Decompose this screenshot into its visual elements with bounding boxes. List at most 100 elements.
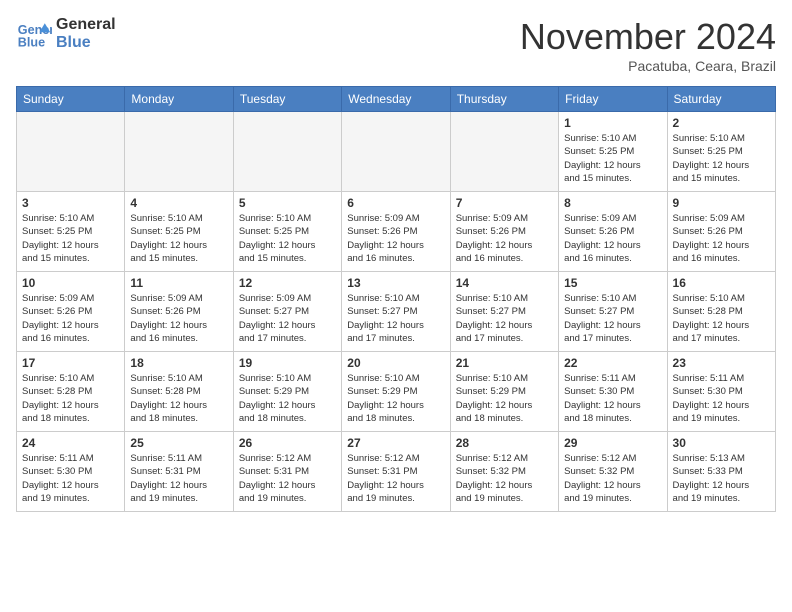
day-number: 3 — [22, 196, 119, 210]
day-info: Sunrise: 5:10 AMSunset: 5:28 PMDaylight:… — [130, 372, 227, 425]
day-number: 15 — [564, 276, 661, 290]
day-info: Sunrise: 5:09 AMSunset: 5:26 PMDaylight:… — [22, 292, 119, 345]
calendar-week-row: 24 Sunrise: 5:11 AMSunset: 5:30 PMDayligh… — [17, 432, 776, 512]
calendar-day-cell: 10 Sunrise: 5:09 AMSunset: 5:26 PMDayligh… — [17, 272, 125, 352]
day-info: Sunrise: 5:09 AMSunset: 5:26 PMDaylight:… — [130, 292, 227, 345]
day-info: Sunrise: 5:11 AMSunset: 5:30 PMDaylight:… — [564, 372, 661, 425]
logo-line1: General — [56, 16, 116, 34]
calendar-day-cell: 13 Sunrise: 5:10 AMSunset: 5:27 PMDayligh… — [342, 272, 450, 352]
day-info: Sunrise: 5:10 AMSunset: 5:25 PMDaylight:… — [130, 212, 227, 265]
day-number: 21 — [456, 356, 553, 370]
day-info: Sunrise: 5:10 AMSunset: 5:25 PMDaylight:… — [564, 132, 661, 185]
calendar-day-header: Saturday — [667, 87, 775, 112]
calendar-day-cell: 20 Sunrise: 5:10 AMSunset: 5:29 PMDayligh… — [342, 352, 450, 432]
calendar-day-header: Monday — [125, 87, 233, 112]
day-number: 6 — [347, 196, 444, 210]
logo: General Blue General Blue — [16, 16, 116, 52]
calendar-day-cell: 12 Sunrise: 5:09 AMSunset: 5:27 PMDayligh… — [233, 272, 341, 352]
svg-text:Blue: Blue — [18, 36, 45, 50]
day-info: Sunrise: 5:09 AMSunset: 5:27 PMDaylight:… — [239, 292, 336, 345]
day-info: Sunrise: 5:12 AMSunset: 5:32 PMDaylight:… — [456, 452, 553, 505]
location: Pacatuba, Ceara, Brazil — [520, 58, 776, 74]
day-number: 27 — [347, 436, 444, 450]
day-number: 14 — [456, 276, 553, 290]
calendar-day-cell: 4Sunrise: 5:10 AMSunset: 5:25 PMDaylight… — [125, 192, 233, 272]
calendar-day-cell: 23 Sunrise: 5:11 AMSunset: 5:30 PMDayligh… — [667, 352, 775, 432]
day-info: Sunrise: 5:10 AMSunset: 5:25 PMDaylight:… — [239, 212, 336, 265]
calendar-day-cell: 2 Sunrise: 5:10 AMSunset: 5:25 PMDaylight… — [667, 112, 775, 192]
day-info: Sunrise: 5:13 AMSunset: 5:33 PMDaylight:… — [673, 452, 770, 505]
day-number: 24 — [22, 436, 119, 450]
day-info: Sunrise: 5:09 AMSunset: 5:26 PMDaylight:… — [673, 212, 770, 265]
day-number: 1 — [564, 116, 661, 130]
calendar-day-header: Sunday — [17, 87, 125, 112]
calendar-day-cell — [450, 112, 558, 192]
calendar-day-header: Wednesday — [342, 87, 450, 112]
calendar-day-cell: 22 Sunrise: 5:11 AMSunset: 5:30 PMDayligh… — [559, 352, 667, 432]
page-header: General Blue General Blue November 2024 … — [16, 16, 776, 74]
day-number: 11 — [130, 276, 227, 290]
calendar-day-cell — [233, 112, 341, 192]
calendar-week-row: 17 Sunrise: 5:10 AMSunset: 5:28 PMDayligh… — [17, 352, 776, 432]
calendar-day-cell — [17, 112, 125, 192]
calendar-day-cell: 6 Sunrise: 5:09 AMSunset: 5:26 PMDaylight… — [342, 192, 450, 272]
calendar-day-cell: 28 Sunrise: 5:12 AMSunset: 5:32 PMDayligh… — [450, 432, 558, 512]
day-info: Sunrise: 5:10 AMSunset: 5:27 PMDaylight:… — [347, 292, 444, 345]
calendar-day-cell: 15 Sunrise: 5:10 AMSunset: 5:27 PMDayligh… — [559, 272, 667, 352]
day-info: Sunrise: 5:10 AMSunset: 5:25 PMDaylight:… — [22, 212, 119, 265]
day-number: 18 — [130, 356, 227, 370]
day-info: Sunrise: 5:11 AMSunset: 5:30 PMDaylight:… — [22, 452, 119, 505]
calendar-day-cell: 5 Sunrise: 5:10 AMSunset: 5:25 PMDaylight… — [233, 192, 341, 272]
calendar-header-row: SundayMondayTuesdayWednesdayThursdayFrid… — [17, 87, 776, 112]
calendar-day-cell: 7 Sunrise: 5:09 AMSunset: 5:26 PMDaylight… — [450, 192, 558, 272]
calendar-day-cell — [125, 112, 233, 192]
day-info: Sunrise: 5:10 AMSunset: 5:28 PMDaylight:… — [22, 372, 119, 425]
day-number: 7 — [456, 196, 553, 210]
calendar-day-header: Friday — [559, 87, 667, 112]
day-number: 25 — [130, 436, 227, 450]
day-info: Sunrise: 5:10 AMSunset: 5:25 PMDaylight:… — [673, 132, 770, 185]
day-info: Sunrise: 5:10 AMSunset: 5:29 PMDaylight:… — [456, 372, 553, 425]
day-info: Sunrise: 5:10 AMSunset: 5:27 PMDaylight:… — [564, 292, 661, 345]
day-info: Sunrise: 5:09 AMSunset: 5:26 PMDaylight:… — [347, 212, 444, 265]
day-info: Sunrise: 5:11 AMSunset: 5:30 PMDaylight:… — [673, 372, 770, 425]
logo-line2: Blue — [56, 34, 116, 52]
day-number: 20 — [347, 356, 444, 370]
day-number: 17 — [22, 356, 119, 370]
day-number: 29 — [564, 436, 661, 450]
calendar-day-cell: 25 Sunrise: 5:11 AMSunset: 5:31 PMDayligh… — [125, 432, 233, 512]
day-number: 19 — [239, 356, 336, 370]
day-info: Sunrise: 5:11 AMSunset: 5:31 PMDaylight:… — [130, 452, 227, 505]
calendar-week-row: 10 Sunrise: 5:09 AMSunset: 5:26 PMDayligh… — [17, 272, 776, 352]
day-info: Sunrise: 5:09 AMSunset: 5:26 PMDaylight:… — [564, 212, 661, 265]
day-info: Sunrise: 5:10 AMSunset: 5:29 PMDaylight:… — [347, 372, 444, 425]
day-number: 30 — [673, 436, 770, 450]
day-number: 12 — [239, 276, 336, 290]
calendar-day-cell: 17 Sunrise: 5:10 AMSunset: 5:28 PMDayligh… — [17, 352, 125, 432]
calendar-week-row: 1 Sunrise: 5:10 AMSunset: 5:25 PMDaylight… — [17, 112, 776, 192]
day-info: Sunrise: 5:09 AMSunset: 5:26 PMDaylight:… — [456, 212, 553, 265]
calendar-day-header: Tuesday — [233, 87, 341, 112]
day-number: 22 — [564, 356, 661, 370]
day-info: Sunrise: 5:12 AMSunset: 5:31 PMDaylight:… — [239, 452, 336, 505]
calendar-day-cell: 9Sunrise: 5:09 AMSunset: 5:26 PMDaylight… — [667, 192, 775, 272]
title-block: November 2024 Pacatuba, Ceara, Brazil — [520, 16, 776, 74]
calendar-day-cell: 11 Sunrise: 5:09 AMSunset: 5:26 PMDayligh… — [125, 272, 233, 352]
calendar-day-cell: 1 Sunrise: 5:10 AMSunset: 5:25 PMDaylight… — [559, 112, 667, 192]
day-number: 23 — [673, 356, 770, 370]
day-number: 5 — [239, 196, 336, 210]
calendar-day-cell: 3 Sunrise: 5:10 AMSunset: 5:25 PMDaylight… — [17, 192, 125, 272]
day-number: 10 — [22, 276, 119, 290]
calendar-day-cell: 27Sunrise: 5:12 AMSunset: 5:31 PMDayligh… — [342, 432, 450, 512]
calendar-day-header: Thursday — [450, 87, 558, 112]
day-number: 2 — [673, 116, 770, 130]
day-number: 8 — [564, 196, 661, 210]
calendar-day-cell: 29Sunrise: 5:12 AMSunset: 5:32 PMDayligh… — [559, 432, 667, 512]
calendar-day-cell: 30 Sunrise: 5:13 AMSunset: 5:33 PMDayligh… — [667, 432, 775, 512]
day-number: 28 — [456, 436, 553, 450]
day-info: Sunrise: 5:10 AMSunset: 5:29 PMDaylight:… — [239, 372, 336, 425]
day-info: Sunrise: 5:10 AMSunset: 5:28 PMDaylight:… — [673, 292, 770, 345]
day-number: 26 — [239, 436, 336, 450]
day-number: 13 — [347, 276, 444, 290]
calendar-day-cell: 8 Sunrise: 5:09 AMSunset: 5:26 PMDaylight… — [559, 192, 667, 272]
